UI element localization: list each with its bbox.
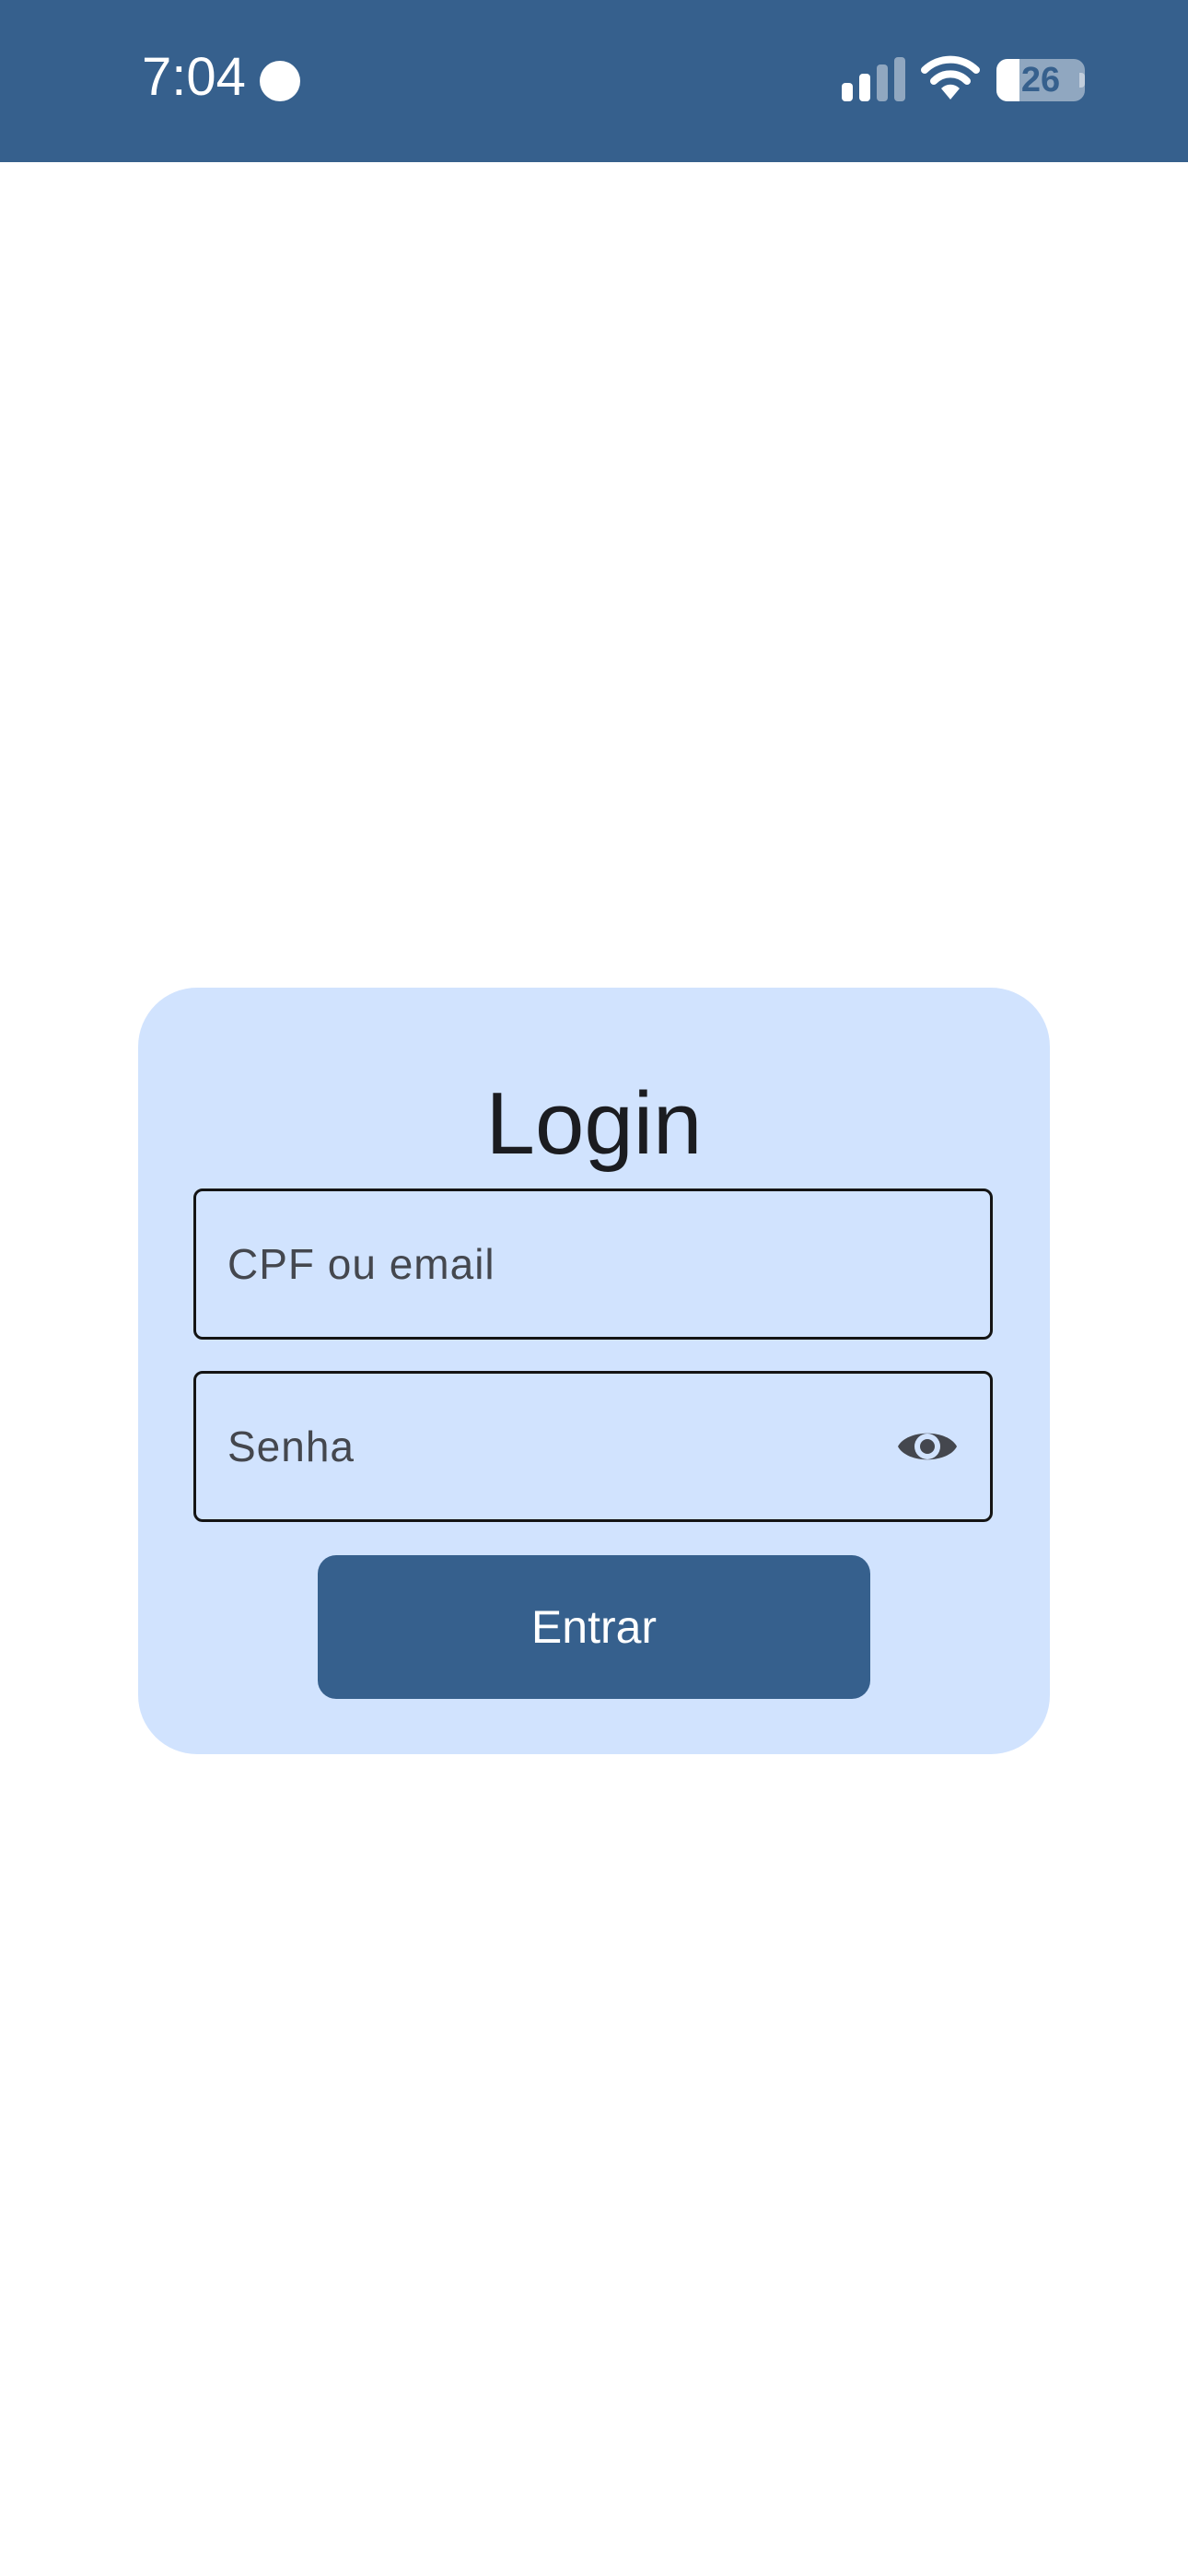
battery-icon: 26 (996, 59, 1085, 101)
eye-icon[interactable] (896, 1422, 959, 1471)
cpf-email-input[interactable]: CPF ou email (193, 1188, 993, 1340)
wifi-icon (921, 55, 980, 100)
status-bar: 7:04 26 (0, 0, 1188, 162)
password-input[interactable]: Senha (193, 1371, 993, 1522)
login-card: Login CPF ou email Senha Entrar (138, 988, 1050, 1754)
login-title: Login (485, 1074, 703, 1173)
password-placeholder: Senha (227, 1423, 355, 1470)
cpf-email-placeholder: CPF ou email (227, 1240, 495, 1288)
battery-level: 26 (1020, 61, 1061, 100)
battery-tip (1079, 73, 1085, 88)
status-time: 7:04 (142, 47, 246, 107)
notification-dot-icon (260, 61, 300, 101)
enter-button[interactable]: Entrar (318, 1555, 870, 1699)
signal-icon (842, 57, 905, 101)
